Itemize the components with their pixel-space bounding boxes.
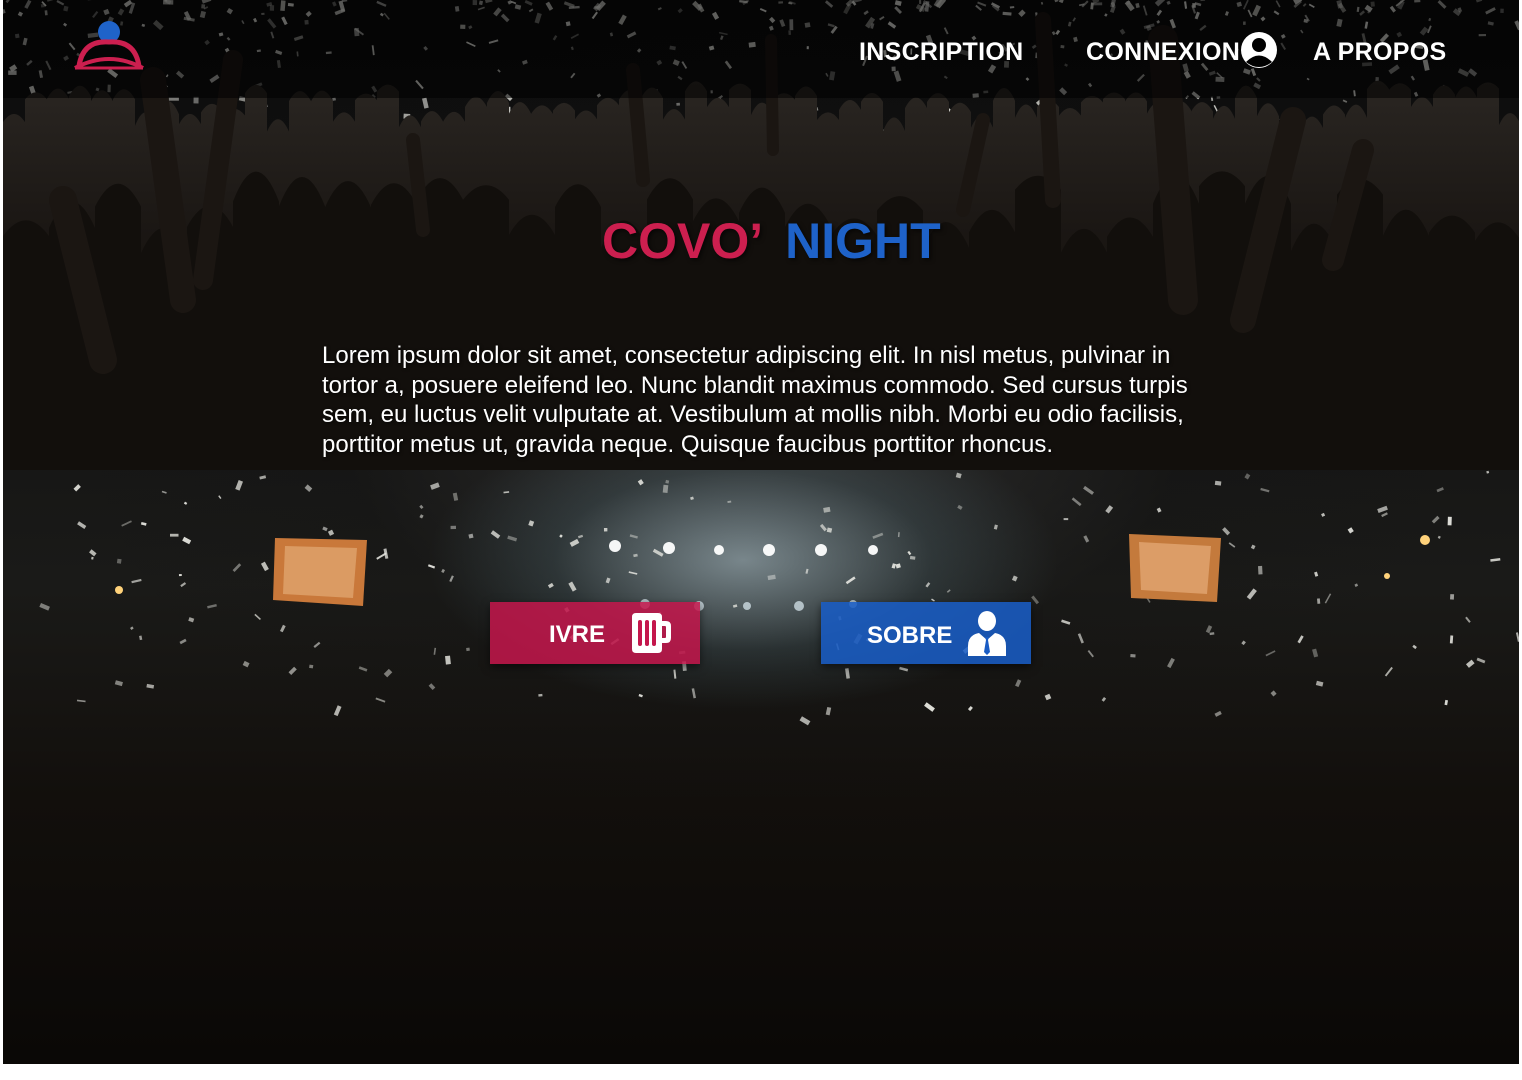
intro-paragraph: Lorem ipsum dolor sit amet, consectetur …: [322, 342, 1188, 458]
top-navigation-bar: INSCRIPTION CONNEXION A PROPOS: [3, 0, 1519, 98]
sobre-button-label: SOBRE: [867, 622, 953, 649]
ivre-button[interactable]: IVRE: [490, 602, 700, 664]
title-covo: COVO’: [602, 213, 764, 269]
nav-connexion-link[interactable]: CONNEXION: [1086, 38, 1240, 67]
hero-background-image: [3, 0, 1519, 1064]
title-night: NIGHT: [785, 213, 941, 269]
sobre-button[interactable]: SOBRE: [821, 602, 1031, 664]
page-title: COVO’ NIGHT: [602, 212, 941, 270]
businessman-icon: [968, 611, 1006, 656]
user-circle-icon[interactable]: [1240, 31, 1278, 69]
nav-apropos-link[interactable]: A PROPOS: [1313, 38, 1446, 67]
ivre-button-label: IVRE: [549, 621, 606, 648]
landing-page: INSCRIPTION CONNEXION A PROPOS COVO’ NIGH…: [0, 0, 1522, 1080]
covo-night-logo[interactable]: [71, 20, 147, 74]
beer-mug-icon: [632, 613, 671, 653]
nav-inscription-link[interactable]: INSCRIPTION: [859, 38, 1023, 67]
